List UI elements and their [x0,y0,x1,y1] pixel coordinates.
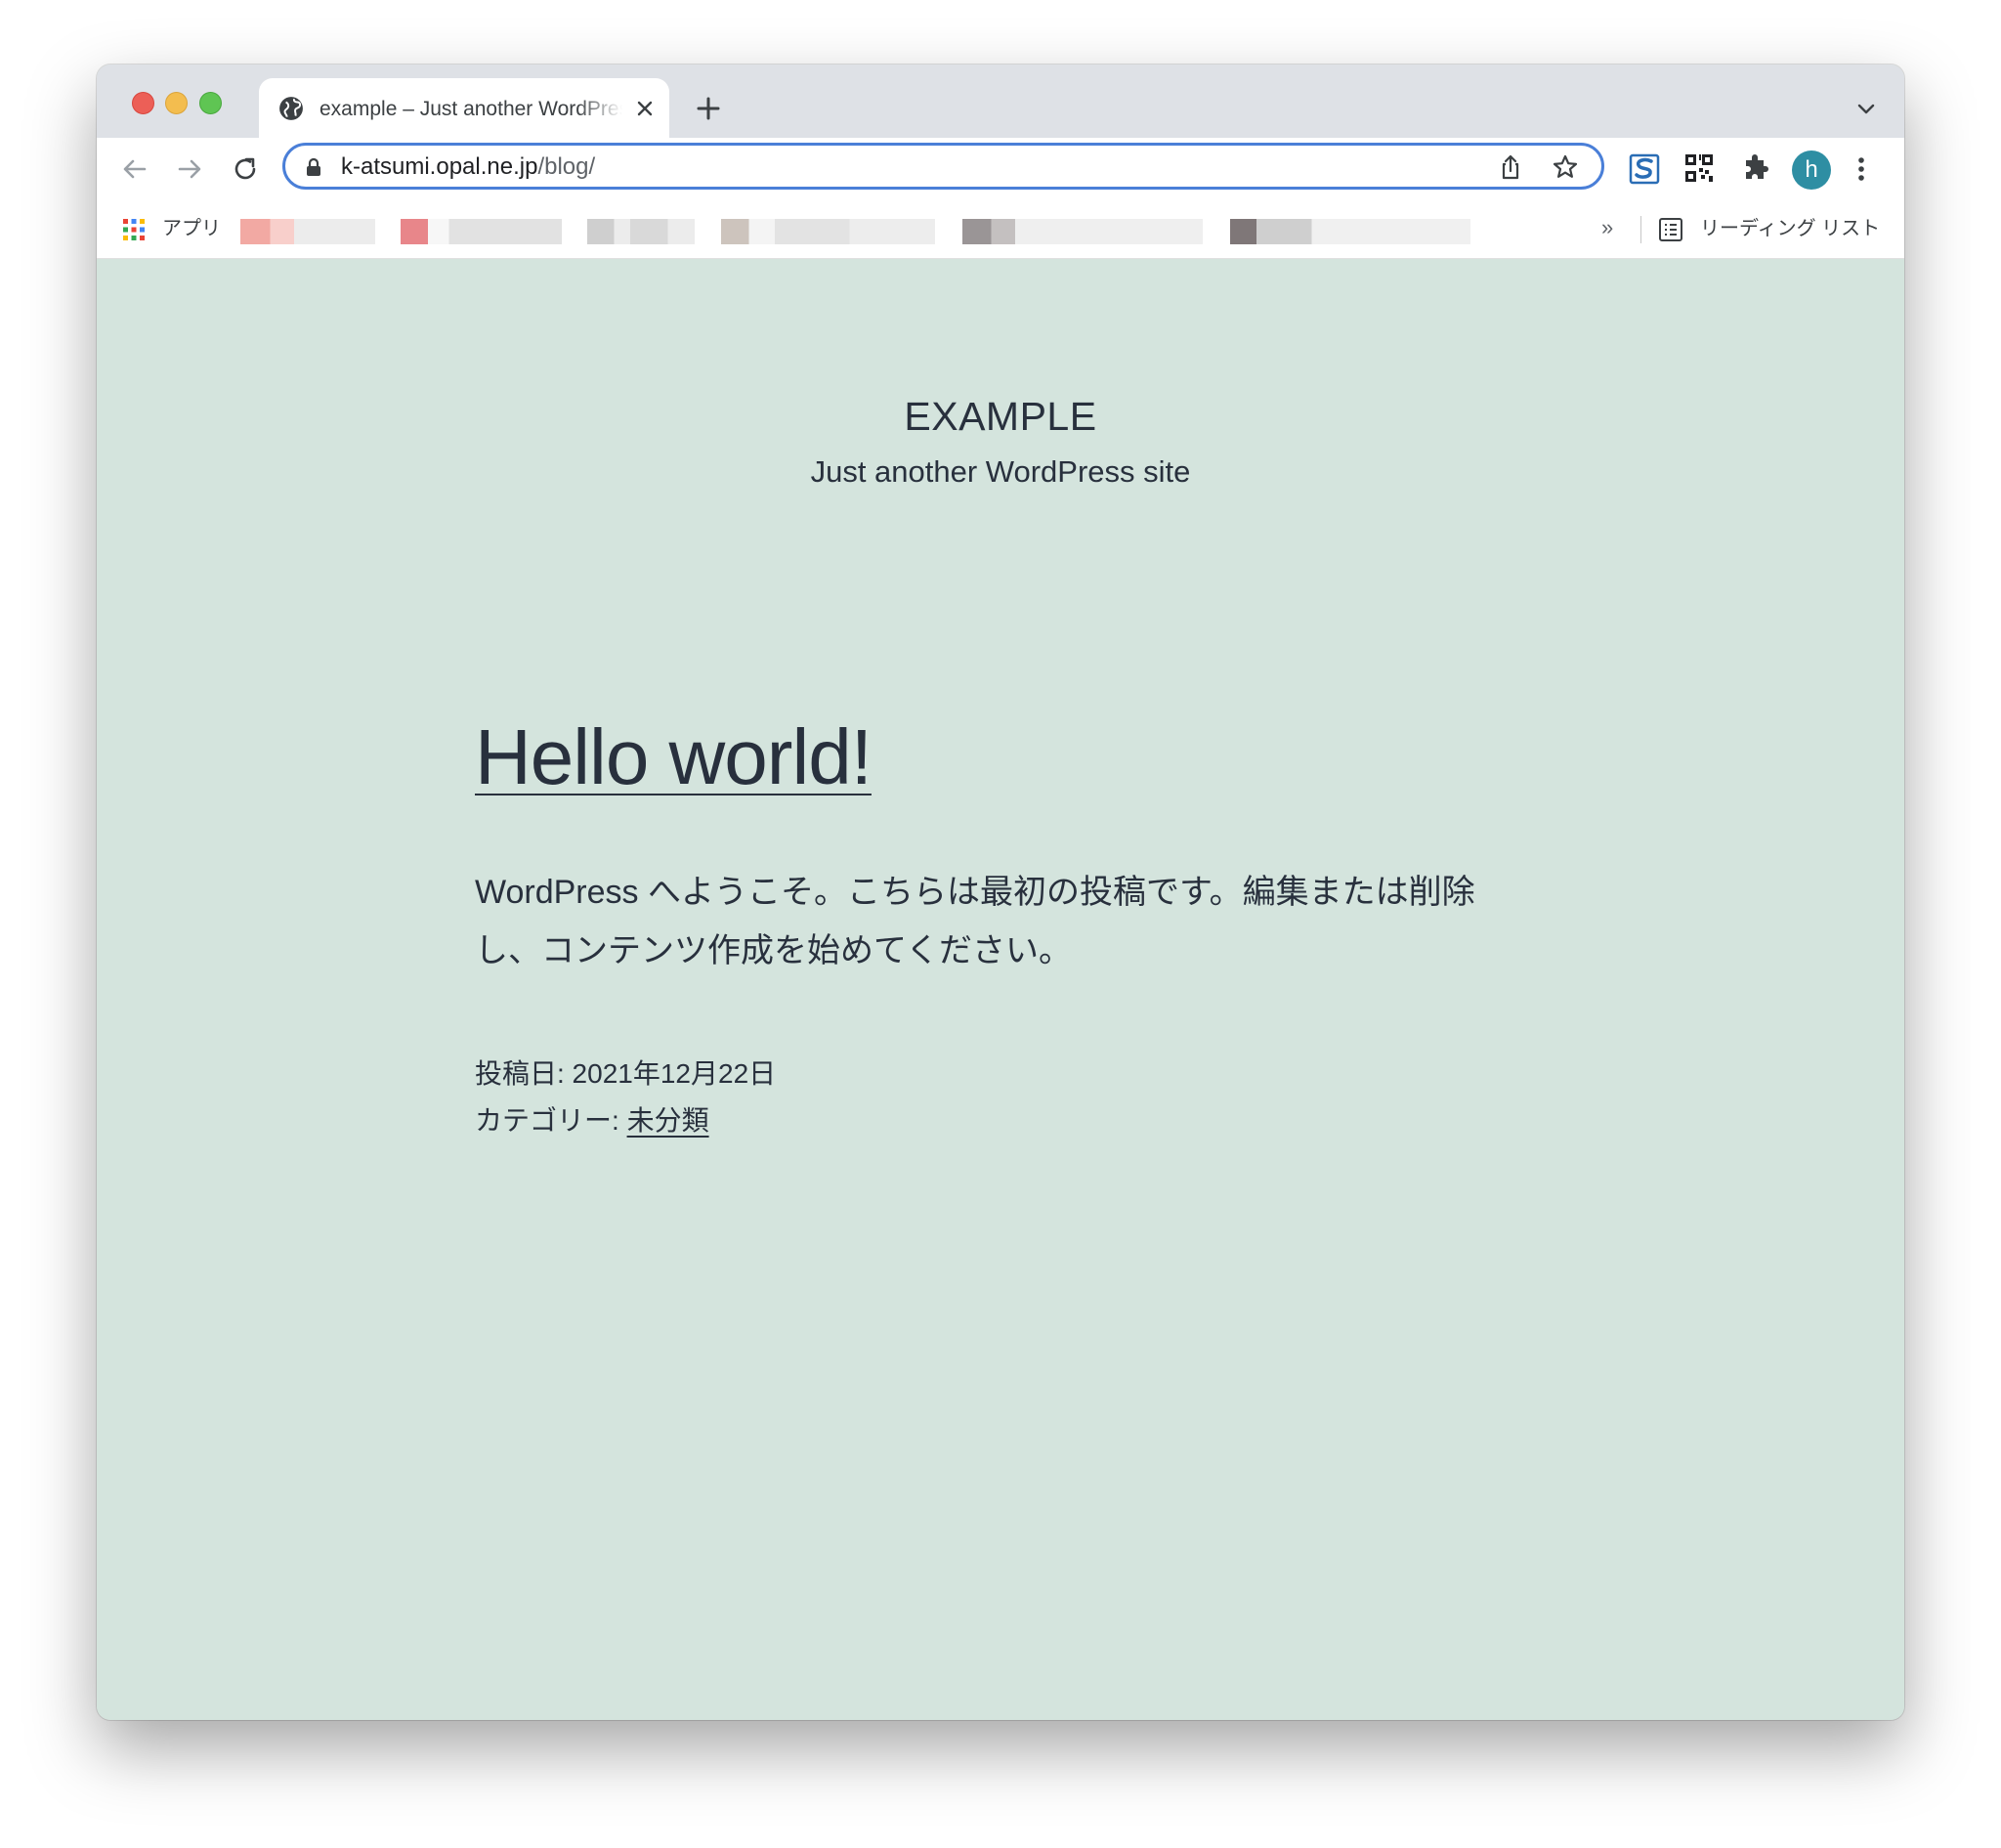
post-date: 投稿日: 2021年12月22日 [475,1058,777,1089]
close-icon[interactable] [634,98,656,119]
chevron-down-icon[interactable] [1855,98,1877,119]
qr-code-icon[interactable] [1683,152,1715,184]
page-content: EXAMPLE Just another WordPress site Hell… [97,259,1904,1720]
bookmark-item-blurred[interactable] [401,219,562,244]
address-bar[interactable]: k-atsumi.opal.ne.jp/blog/ [282,143,1604,190]
post-body: WordPress へようこそ。こちらは最初の投稿です。編集または削除し、コンテ… [475,874,1475,969]
url-host: k-atsumi.opal.ne.jp [341,153,538,180]
back-arrow-icon[interactable] [120,154,149,184]
tab-strip: example – Just another WordPress site [97,64,1904,138]
apps-bookmark-label[interactable]: アプリ [162,216,221,241]
bookmark-star-icon[interactable] [1552,153,1579,181]
extension-s-icon[interactable] [1628,152,1661,186]
more-vertical-icon[interactable] [1852,154,1871,184]
site-title[interactable]: EXAMPLE [97,392,1904,441]
apps-grid-icon[interactable] [122,218,146,241]
reading-list-icon[interactable] [1658,217,1683,242]
bookmark-item-blurred[interactable] [240,219,375,244]
bookmarks-overflow-button[interactable]: » [1601,214,1613,241]
forward-arrow-icon[interactable] [175,154,204,184]
bookmark-item-blurred[interactable] [962,219,1203,244]
bookmarks-bar: アプリ » リーディング リスト [97,200,1904,259]
toolbar: k-atsumi.opal.ne.jp/blog/ h [97,138,1904,200]
bookmark-item-blurred[interactable] [721,219,935,244]
window-maximize-button[interactable] [199,92,222,114]
globe-icon [279,97,303,120]
new-tab-icon[interactable] [694,94,723,123]
reload-icon[interactable] [231,154,260,184]
post-title-link[interactable]: Hello world! [475,709,873,806]
browser-window: example – Just another WordPress site [97,64,1904,1720]
site-description: Just another WordPress site [810,454,1191,489]
url-text[interactable]: k-atsumi.opal.ne.jp/blog/ [341,152,595,182]
bookmarks-divider [1640,216,1641,243]
post-category: カテゴリー: 未分類 [475,1101,709,1140]
reading-list-label[interactable]: リーディング リスト [1700,216,1880,241]
avatar[interactable]: h [1792,150,1831,190]
share-icon[interactable] [1497,153,1524,181]
window-minimize-button[interactable] [165,92,188,114]
window-close-button[interactable] [132,92,154,114]
lock-icon[interactable] [305,157,322,177]
bookmark-item-blurred[interactable] [1230,219,1470,244]
category-prefix: カテゴリー: [475,1105,627,1136]
tab-title: example – Just another WordPress site [319,98,622,120]
extensions-puzzle-icon[interactable] [1741,153,1770,183]
url-path: /blog/ [537,153,596,180]
bookmark-item-blurred[interactable] [587,219,695,244]
tab-active[interactable]: example – Just another WordPress site [259,78,669,138]
category-link[interactable]: 未分類 [627,1105,709,1136]
